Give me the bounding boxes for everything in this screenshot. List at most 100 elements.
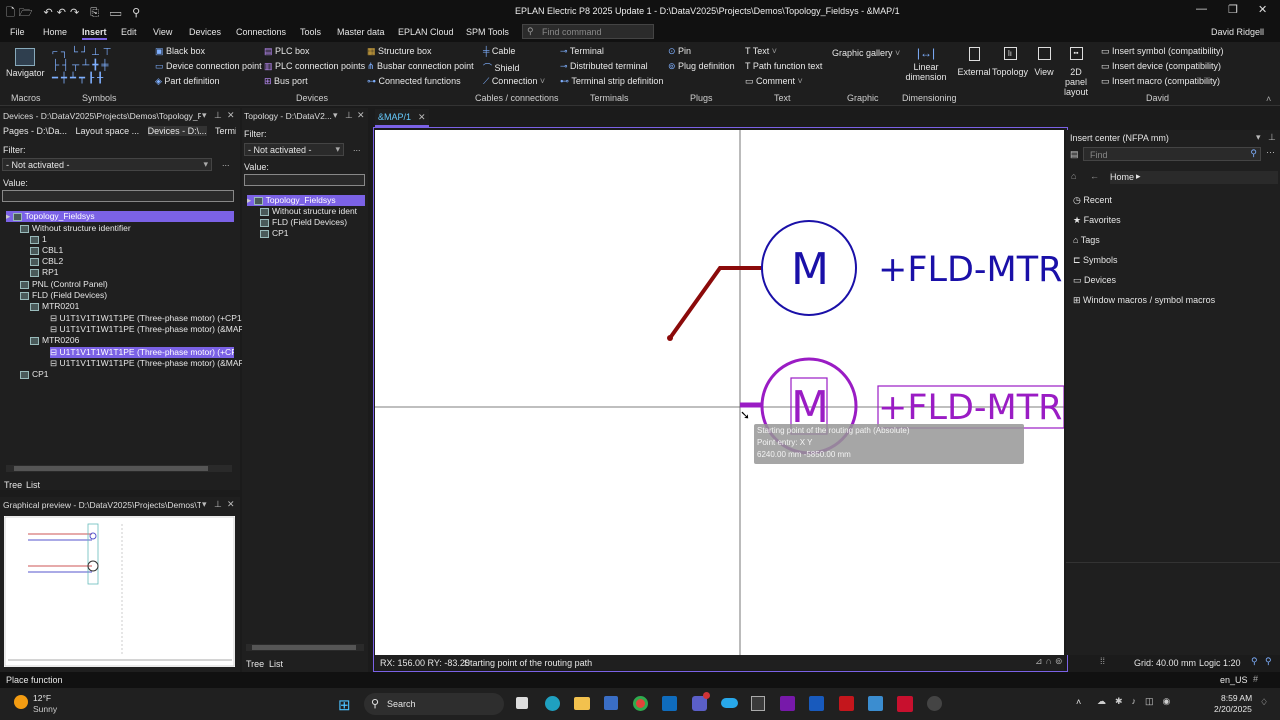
filter-more-button[interactable]: ... bbox=[222, 158, 230, 168]
onenote-icon[interactable] bbox=[780, 696, 795, 711]
menu-edit[interactable]: Edit bbox=[121, 27, 137, 37]
black-box-button[interactable]: ▣ Black box bbox=[155, 46, 205, 57]
restore-button[interactable]: ❐ bbox=[1228, 3, 1238, 16]
filter-icon[interactable]: ▤ bbox=[1070, 149, 1079, 160]
busbar-connection-point-button[interactable]: ⋔ Busbar connection point bbox=[367, 61, 474, 72]
menu-view[interactable]: View bbox=[153, 27, 172, 37]
tray-chevron-icon[interactable]: ˄ bbox=[1076, 697, 1081, 707]
connection-wire[interactable] bbox=[668, 266, 762, 340]
topology-value-input[interactable] bbox=[244, 174, 365, 186]
panel-menu-icon[interactable]: ▾ bbox=[333, 110, 338, 121]
zoom-out-icon[interactable]: ⚲ bbox=[1265, 656, 1272, 667]
back-icon[interactable]: ← bbox=[1090, 171, 1099, 181]
panel-menu-icon[interactable]: ▾ bbox=[1256, 132, 1261, 143]
tree-node[interactable]: ⊟ U1T1V1T1W1T1PE (Three-phase motor) (&M… bbox=[50, 358, 252, 369]
tree-node[interactable]: ⊟ U1T1V1T1W1T1PE (Three-phase motor) (&M… bbox=[50, 324, 252, 335]
pin-button[interactable]: ⊙ Pin bbox=[668, 46, 691, 57]
tree-node[interactable]: CBL1 bbox=[30, 245, 63, 255]
close-icon[interactable]: ✕ bbox=[357, 110, 365, 121]
tab-layout-space[interactable]: Layout space ... bbox=[76, 126, 140, 136]
tab-pages[interactable]: Pages - D:\Da... bbox=[3, 126, 67, 136]
tree-node[interactable]: PNL (Control Panel) bbox=[20, 279, 108, 289]
menu-devices[interactable]: Devices bbox=[189, 27, 221, 37]
home-icon[interactable]: ⌂ bbox=[1071, 171, 1076, 181]
insert-center-search[interactable]: Find ⚲ bbox=[1083, 147, 1261, 161]
outlook-icon[interactable] bbox=[662, 696, 677, 711]
tree-node[interactable]: RP1 bbox=[30, 267, 59, 277]
user-name[interactable]: David Ridgell bbox=[1211, 27, 1264, 37]
topology-tree-node[interactable]: CP1 bbox=[260, 228, 289, 238]
tree-node[interactable]: CBL2 bbox=[30, 256, 63, 266]
quick-access-toolbar[interactable]: 🗋🗁 ↶↶↷ ⎘ ▭ ⚲ bbox=[6, 4, 144, 23]
structure-box-button[interactable]: ▦ Structure box bbox=[367, 46, 432, 57]
insert-macro-compat-button[interactable]: ▭ Insert macro (compatibility) bbox=[1101, 76, 1220, 87]
comment-button[interactable]: ▭ Comment ˅ bbox=[745, 76, 803, 87]
tree-node[interactable]: MTR0206 bbox=[30, 335, 79, 345]
tree-node[interactable]: FLD (Field Devices) bbox=[20, 290, 107, 300]
close-icon[interactable]: ✕ bbox=[227, 499, 235, 510]
tree-node-selected[interactable]: ⊟ U1T1V1T1W1T1PE (Three-phase motor) (+C… bbox=[50, 347, 234, 358]
document-tab[interactable]: &MAP/1 ✕ bbox=[375, 109, 429, 127]
filter-select[interactable]: - Not activated - ▾ bbox=[2, 158, 212, 171]
tree-node[interactable]: Without structure identifier bbox=[20, 223, 131, 233]
breadcrumb-home[interactable]: Home bbox=[1110, 172, 1134, 182]
plc-connection-points-button[interactable]: ▥ PLC connection points bbox=[264, 61, 365, 72]
zoom-icon[interactable]: ⚲ bbox=[1251, 656, 1258, 667]
tree-node[interactable]: MTR0201 bbox=[30, 301, 79, 311]
menu-home[interactable]: Home bbox=[43, 27, 67, 37]
plug-definition-button[interactable]: ⊚ Plug definition bbox=[668, 61, 735, 72]
pin-icon[interactable]: ⊥ bbox=[1268, 132, 1276, 143]
schematic-canvas[interactable]: M +FLD-MTR0 M +FLD-MTR0 Starting point o… bbox=[375, 130, 1064, 655]
notification-bell-icon[interactable]: ♢ bbox=[1260, 697, 1268, 708]
tray-icons[interactable]: ☁✱♪◫◉ bbox=[1097, 696, 1179, 707]
minimize-button[interactable]: — bbox=[1196, 3, 1207, 15]
close-icon[interactable]: ✕ bbox=[227, 110, 235, 121]
language-indicator[interactable]: en_US bbox=[1220, 675, 1248, 685]
file-explorer-icon[interactable] bbox=[574, 697, 590, 710]
pin-icon[interactable]: ⊥ bbox=[214, 110, 222, 121]
terminal-button[interactable]: ⊸ Terminal bbox=[560, 46, 604, 57]
topology-tree-node[interactable]: FLD (Field Devices) bbox=[260, 217, 347, 227]
bus-port-button[interactable]: ⊞ Bus port bbox=[264, 76, 308, 87]
panel-menu-icon[interactable]: ▾ bbox=[202, 110, 207, 121]
tab-terminal-strip[interactable]: Terminal strip... bbox=[215, 126, 236, 136]
input-mode-icon[interactable]: # bbox=[1253, 674, 1258, 684]
more-icon[interactable]: ⋯ bbox=[1266, 147, 1275, 158]
path-function-text-button[interactable]: T Path function text bbox=[745, 61, 822, 71]
status-icons[interactable]: ⊿∩⊚ bbox=[1035, 656, 1066, 667]
insert-device-compat-button[interactable]: ▭ Insert device (compatibility) bbox=[1101, 61, 1221, 72]
horizontal-scrollbar[interactable] bbox=[6, 465, 232, 472]
close-icon[interactable]: ✕ bbox=[418, 112, 426, 123]
store-icon[interactable] bbox=[604, 696, 618, 710]
chrome-icon[interactable] bbox=[633, 696, 648, 711]
insert-item-symbols[interactable]: ⊏ Symbols bbox=[1073, 255, 1118, 266]
collapse-ribbon-icon[interactable]: ˄ bbox=[1266, 94, 1271, 104]
word-icon[interactable] bbox=[809, 696, 824, 711]
panel-layout-button[interactable]: ▪▪ 2D panel layout bbox=[1058, 46, 1094, 97]
app-s-icon[interactable] bbox=[868, 696, 883, 711]
tab-devices[interactable]: Devices - D:\... bbox=[147, 126, 207, 136]
app-icon[interactable] bbox=[927, 696, 942, 711]
clock-time[interactable]: 8:59 AM bbox=[1221, 693, 1252, 703]
connected-functions-button[interactable]: ⊶ Connected functions bbox=[367, 76, 461, 87]
start-icon[interactable]: ⊞ bbox=[338, 696, 351, 714]
topology-filter-more-button[interactable]: ... bbox=[353, 143, 361, 153]
distributed-terminal-button[interactable]: ⊸ Distributed terminal bbox=[560, 61, 648, 72]
tab-tree[interactable]: Tree bbox=[4, 480, 22, 490]
grid-icon[interactable]: ⁞⁞ bbox=[1100, 656, 1105, 666]
menu-master-data[interactable]: Master data bbox=[337, 27, 385, 37]
panel-menu-icon[interactable]: ▾ bbox=[202, 499, 207, 510]
insert-item-recent[interactable]: ◷ Recent bbox=[1073, 195, 1112, 206]
tree-node[interactable]: CP1 bbox=[20, 369, 49, 379]
menu-spm-tools[interactable]: SPM Tools bbox=[466, 27, 509, 37]
menu-connections[interactable]: Connections bbox=[236, 27, 286, 37]
notepad-icon[interactable] bbox=[751, 696, 765, 711]
symbols-gallery[interactable]: ⌐┐└┘⊥⊤ ├┤┬┴╋╪ ━┿┷┯┠╂ bbox=[52, 46, 144, 86]
pin-icon[interactable]: ⊥ bbox=[345, 110, 353, 121]
part-definition-button[interactable]: ◈ Part definition bbox=[155, 76, 219, 87]
topology-tab-list[interactable]: List bbox=[269, 659, 283, 669]
onedrive-icon[interactable] bbox=[721, 698, 738, 708]
breadcrumb[interactable]: Home ▸ bbox=[1110, 171, 1278, 184]
taskbar-search[interactable]: ⚲ Search bbox=[364, 693, 504, 715]
close-button[interactable]: ✕ bbox=[1258, 3, 1267, 16]
